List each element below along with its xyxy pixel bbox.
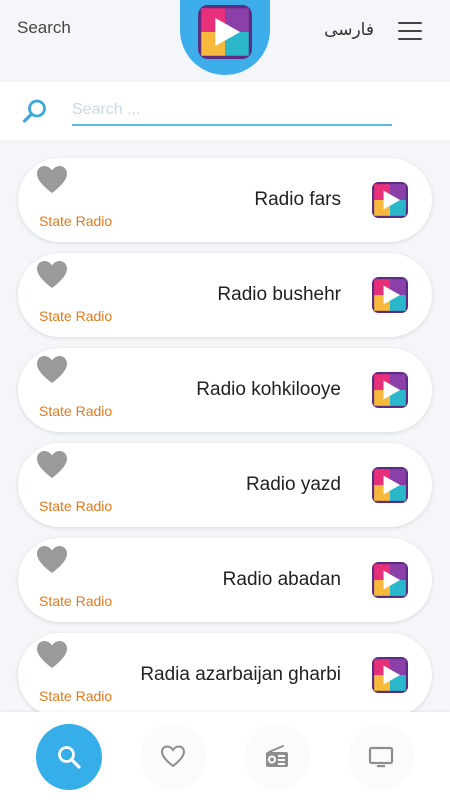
station-name: Radio bushehr — [217, 284, 341, 305]
station-name: Radio fars — [254, 189, 341, 210]
station-name: Radia azarbaijan gharbi — [140, 664, 341, 685]
station-category: State Radio — [39, 688, 113, 704]
favorite-heart-icon[interactable] — [37, 261, 67, 289]
app-header: Search فارسی — [0, 0, 450, 82]
nav-search-button[interactable] — [36, 724, 102, 790]
station-card[interactable]: State Radio Radio bushehr — [18, 253, 432, 337]
station-logo-icon — [372, 562, 408, 598]
radio-icon — [266, 745, 288, 767]
favorite-heart-icon[interactable] — [37, 641, 67, 669]
station-category: State Radio — [39, 308, 113, 324]
search-bar — [0, 82, 450, 140]
favorite-heart-icon[interactable] — [37, 356, 67, 384]
station-logo-icon — [372, 657, 408, 693]
station-logo-icon — [372, 467, 408, 503]
tv-icon — [368, 746, 394, 768]
station-card[interactable]: State Radio Radio abadan — [18, 538, 432, 622]
nav-favorites-button[interactable] — [140, 724, 206, 790]
station-logo-icon — [372, 372, 408, 408]
bottom-nav — [0, 712, 450, 800]
search-icon — [58, 746, 81, 769]
header-search-link[interactable]: Search — [17, 18, 71, 38]
favorite-heart-icon[interactable] — [37, 166, 67, 194]
station-name: Radio abadan — [222, 569, 341, 590]
search-input[interactable] — [72, 96, 392, 126]
station-card[interactable]: State Radio Radio yazd — [18, 443, 432, 527]
station-category: State Radio — [39, 403, 113, 419]
station-category: State Radio — [39, 213, 113, 229]
station-name: Radio yazd — [245, 474, 341, 495]
station-card[interactable]: State Radio Radio kohkilooye — [18, 348, 432, 432]
nav-radio-button[interactable] — [244, 724, 310, 790]
station-card[interactable]: State Radio Radia azarbaijan gharbi — [18, 633, 432, 717]
search-icon[interactable] — [22, 98, 48, 124]
logo-tab — [180, 0, 270, 75]
favorite-heart-icon[interactable] — [37, 451, 67, 479]
station-logo-icon — [372, 277, 408, 313]
station-card[interactable]: State Radio Radio fars — [18, 158, 432, 242]
station-category: State Radio — [39, 498, 113, 514]
nav-tv-button[interactable] — [348, 724, 414, 790]
heart-icon — [160, 745, 186, 768]
station-logo-icon — [372, 182, 408, 218]
app-logo-icon — [198, 5, 252, 59]
menu-icon[interactable] — [398, 22, 422, 40]
station-name: Radio kohkilooye — [196, 379, 341, 400]
station-category: State Radio — [39, 593, 113, 609]
language-switch[interactable]: فارسی — [324, 20, 374, 40]
favorite-heart-icon[interactable] — [37, 546, 67, 574]
